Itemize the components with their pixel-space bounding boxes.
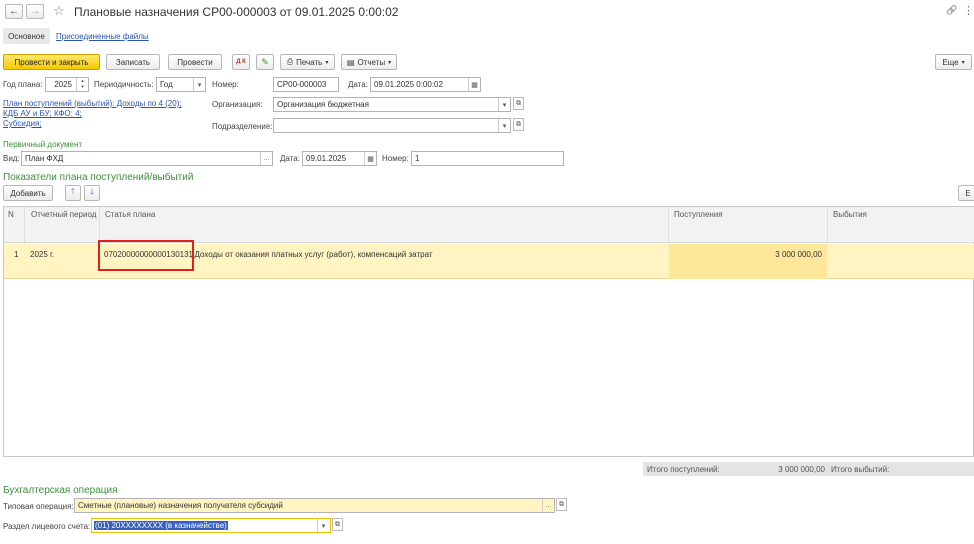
period-label: Периодичность: bbox=[94, 80, 154, 89]
tab-main-label: Основное bbox=[8, 31, 45, 41]
add-button[interactable]: Добавить bbox=[3, 185, 53, 201]
row-income: 3 000 000,00 bbox=[775, 250, 822, 259]
department-label: Подразделение: bbox=[212, 122, 273, 131]
open-icon[interactable]: ⧉ bbox=[332, 518, 343, 531]
more-button[interactable]: Еще ▾ bbox=[935, 54, 972, 70]
year-label: Год плана: bbox=[3, 80, 43, 89]
number-label: Номер: bbox=[212, 80, 239, 89]
account-section-input[interactable]: (01) 20ХХХХХХХХ (в казначействе) bbox=[91, 518, 331, 533]
organization-input[interactable]: Организация бюджетная bbox=[273, 97, 511, 112]
column-header-period[interactable]: Отчетный период bbox=[27, 208, 100, 224]
total-income-label: Итого поступлений: bbox=[647, 465, 720, 474]
year-stepper[interactable]: ▴ ▾ bbox=[76, 78, 88, 91]
date-value: 09.01.2025 0:00:02 bbox=[374, 80, 443, 89]
window-title: Плановые назначения СР00-000003 от 09.01… bbox=[74, 5, 399, 19]
chevron-down-icon[interactable]: ▾ bbox=[193, 78, 205, 91]
organization-label: Организация: bbox=[212, 100, 263, 109]
back-button[interactable]: ← bbox=[5, 4, 23, 19]
calendar-icon[interactable]: ▦ bbox=[364, 152, 376, 165]
row-number: 1 bbox=[14, 250, 19, 259]
row-period: 2025 г. bbox=[30, 250, 55, 259]
arrow-right-icon: → bbox=[30, 6, 40, 17]
move-down-button[interactable]: 🡓 bbox=[84, 185, 100, 201]
open-icon[interactable]: ⧉ bbox=[556, 498, 567, 511]
doc-date-value: 09.01.2025 bbox=[306, 154, 347, 163]
chevron-down-icon: ▾ bbox=[325, 59, 329, 66]
doc-type-value: План ФХД bbox=[25, 154, 64, 163]
arrow-down-icon: 🡓 bbox=[89, 187, 95, 196]
doc-type-input[interactable]: План ФХД bbox=[21, 151, 273, 166]
more-vertical-icon[interactable]: ⋮ bbox=[963, 4, 974, 17]
save-button[interactable]: Записать bbox=[106, 54, 160, 70]
edit-button[interactable]: ✎ bbox=[256, 54, 274, 70]
dt-kt-icon: Д К bbox=[236, 59, 246, 65]
doc-number-label: Номер: bbox=[382, 154, 409, 163]
doc-date-label: Дата: bbox=[280, 154, 300, 163]
primary-doc-title: Первичный документ bbox=[3, 140, 83, 149]
post-and-close-button[interactable]: Провести и закрыть bbox=[3, 54, 100, 70]
tab-main[interactable]: Основное bbox=[3, 28, 50, 44]
arrow-left-icon: ← bbox=[9, 6, 19, 17]
link-icon[interactable]: 🔗 bbox=[946, 5, 957, 16]
column-header-item[interactable]: Статья плана bbox=[101, 208, 159, 224]
table-more-button[interactable]: Е bbox=[958, 185, 974, 201]
period-value: Год bbox=[160, 80, 173, 89]
arrow-up-icon: 🡑 bbox=[70, 187, 76, 196]
account-section-value: (01) 20ХХХХХХХХ (в казначействе) bbox=[94, 521, 228, 530]
open-icon[interactable]: ⧉ bbox=[513, 97, 524, 110]
open-icon[interactable]: ⧉ bbox=[513, 118, 524, 131]
column-header-expense[interactable]: Выбытия bbox=[829, 208, 871, 224]
plan-link-line1[interactable]: План поступлений (выбытий): Доходы по 4 … bbox=[3, 99, 182, 108]
date-input[interactable]: 09.01.2025 0:00:02 bbox=[370, 77, 481, 92]
chevron-down-icon: ▾ bbox=[961, 59, 965, 66]
print-button[interactable]: ⎙ Печать ▾ bbox=[280, 54, 335, 70]
accounting-title: Бухгалтерская операция bbox=[3, 485, 118, 496]
plan-link-line2[interactable]: КДБ АУ и БУ; КФО: 4; bbox=[3, 109, 82, 118]
move-up-button[interactable]: 🡑 bbox=[65, 185, 81, 201]
forward-button[interactable]: → bbox=[26, 4, 44, 19]
operation-input[interactable]: Сметные (плановые) назначения получателя… bbox=[74, 498, 555, 513]
number-input[interactable]: СР00-000003 bbox=[273, 77, 339, 92]
doc-type-label: Вид: bbox=[3, 154, 20, 163]
select-dots-icon[interactable]: … bbox=[542, 499, 554, 512]
printer-icon: ⎙ bbox=[286, 57, 294, 66]
account-section-label: Раздел лицевого счета: bbox=[3, 522, 91, 531]
tab-attached-files[interactable]: Присоединенные файлы bbox=[56, 32, 149, 41]
calendar-icon[interactable]: ▦ bbox=[468, 78, 480, 91]
dt-kt-button[interactable]: Д К bbox=[232, 54, 250, 70]
total-expense-label: Итого выбытий: bbox=[831, 465, 890, 474]
print-label: Печать bbox=[296, 57, 323, 67]
chevron-down-icon[interactable]: ▾ bbox=[498, 119, 510, 132]
number-value: СР00-000003 bbox=[277, 80, 327, 89]
report-icon: ▤ bbox=[346, 57, 355, 67]
pencil-icon: ✎ bbox=[261, 56, 269, 67]
chevron-down-icon[interactable]: ▾ bbox=[317, 519, 329, 532]
doc-number-input[interactable]: 1 bbox=[411, 151, 564, 166]
operation-label: Типовая операция: bbox=[3, 502, 74, 511]
department-input[interactable] bbox=[273, 118, 511, 133]
organization-value: Организация бюджетная bbox=[277, 100, 369, 109]
star-icon[interactable]: ☆ bbox=[53, 3, 65, 19]
reports-label: Отчеты bbox=[357, 57, 386, 67]
highlight-box bbox=[98, 240, 194, 271]
reports-button[interactable]: ▤ Отчеты ▾ bbox=[341, 54, 397, 70]
row-item-description: , Доходы от оказания платных услуг (рабо… bbox=[190, 250, 433, 259]
post-button[interactable]: Провести bbox=[168, 54, 222, 70]
indicators-title: Показатели плана поступлений/выбытий bbox=[3, 172, 194, 183]
total-income-value: 3 000 000,00 bbox=[778, 465, 825, 474]
doc-number-value: 1 bbox=[415, 154, 420, 163]
more-label: Еще bbox=[942, 57, 959, 67]
year-value: 2025 bbox=[54, 80, 72, 89]
chevron-down-icon[interactable]: ▾ bbox=[498, 98, 510, 111]
select-dots-icon[interactable]: … bbox=[260, 152, 272, 165]
date-label: Дата: bbox=[348, 80, 368, 89]
chevron-down-icon: ▾ bbox=[388, 59, 392, 66]
column-header-n[interactable]: N bbox=[4, 208, 18, 224]
operation-value: Сметные (плановые) назначения получателя… bbox=[78, 501, 283, 510]
column-header-income[interactable]: Поступления bbox=[670, 208, 727, 224]
plan-link-line3[interactable]: Субсидия; bbox=[3, 119, 42, 128]
